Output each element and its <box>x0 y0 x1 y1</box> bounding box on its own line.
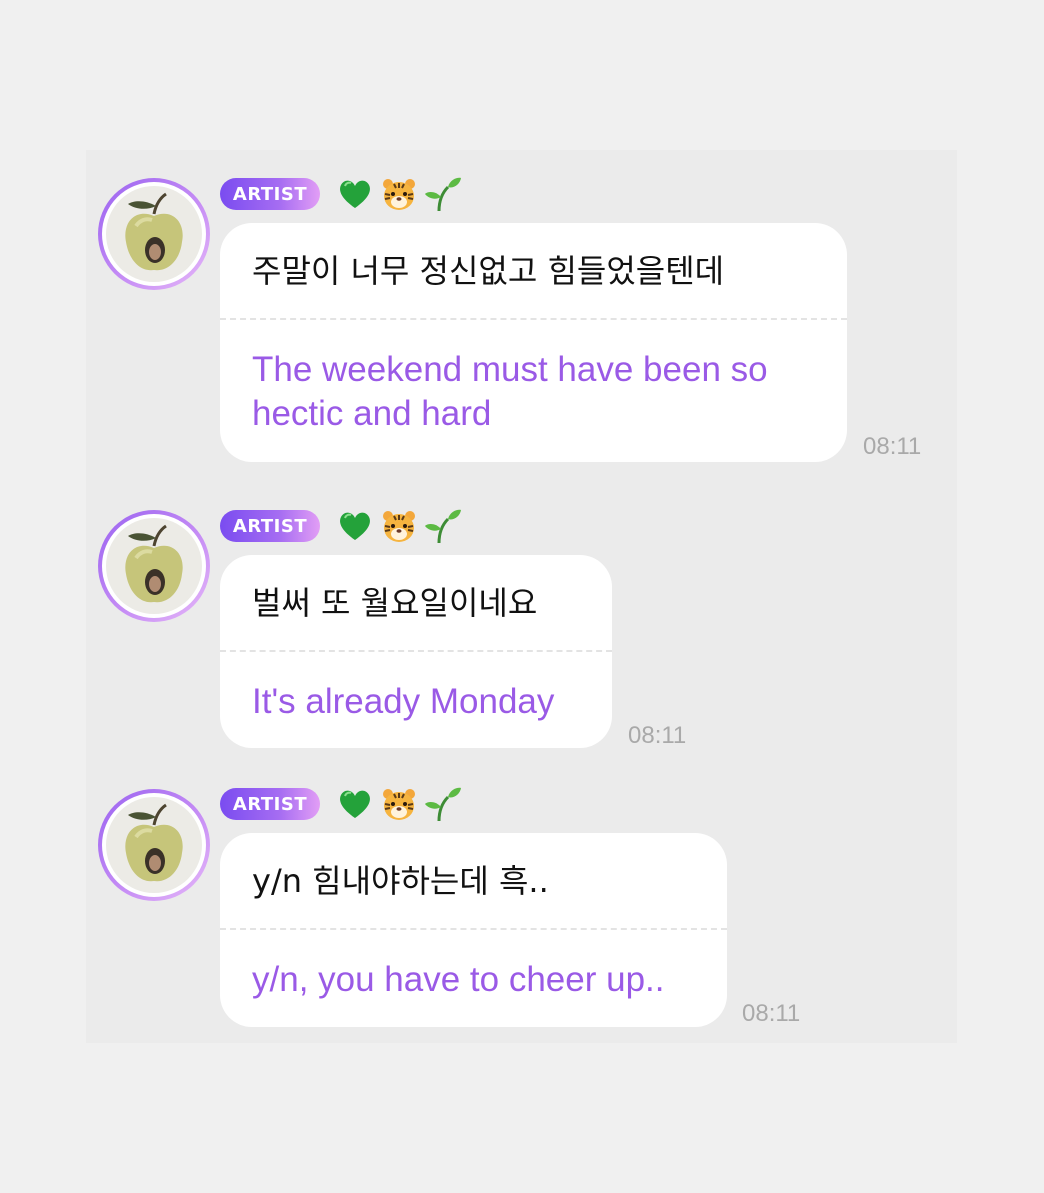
message-timestamp: 08:11 <box>742 1000 801 1027</box>
message-bubble[interactable]: 주말이 너무 정신없고 힘들었을텐데 The weekend must have… <box>220 223 847 462</box>
green-heart-icon <box>340 790 370 818</box>
message-translation-text: It's already Monday <box>252 682 555 721</box>
seedling-icon <box>425 787 461 822</box>
message-original-text: 주말이 너무 정신없고 힘들었을텐데 <box>252 252 725 290</box>
tiger-face-icon <box>383 179 415 210</box>
sender-badge-row: ARTIST <box>220 787 462 822</box>
message-translation-text: y/n, you have to cheer up.. <box>252 960 665 999</box>
message-translation-text: The weekend must have been so hectic and… <box>252 350 768 433</box>
artist-avatar[interactable] <box>98 510 210 622</box>
message-original-text: 벌써 또 월요일이네요 <box>252 584 538 622</box>
apple-avatar-image <box>106 186 202 282</box>
message-original-text: y/n 힘내야하는데 흑.. <box>252 862 549 900</box>
sender-badge-row: ARTIST <box>220 177 462 212</box>
apple-avatar-image <box>106 518 202 614</box>
message-timestamp: 08:11 <box>863 433 922 460</box>
message-bubble[interactable]: 벌써 또 월요일이네요 It's already Monday <box>220 555 612 748</box>
artist-avatar[interactable] <box>98 789 210 901</box>
seedling-icon <box>425 509 461 544</box>
message-timestamp: 08:11 <box>628 722 687 749</box>
apple-avatar-image <box>106 797 202 893</box>
green-heart-icon <box>340 512 370 540</box>
artist-badge: ARTIST <box>220 788 320 820</box>
tiger-face-icon <box>383 511 415 542</box>
green-heart-icon <box>340 180 370 208</box>
tiger-face-icon <box>383 789 415 820</box>
sender-badge-row: ARTIST <box>220 509 462 544</box>
artist-avatar[interactable] <box>98 178 210 290</box>
artist-badge: ARTIST <box>220 510 320 542</box>
artist-badge: ARTIST <box>220 178 320 210</box>
seedling-icon <box>425 177 461 212</box>
message-bubble[interactable]: y/n 힘내야하는데 흑.. y/n, you have to cheer up… <box>220 833 727 1027</box>
